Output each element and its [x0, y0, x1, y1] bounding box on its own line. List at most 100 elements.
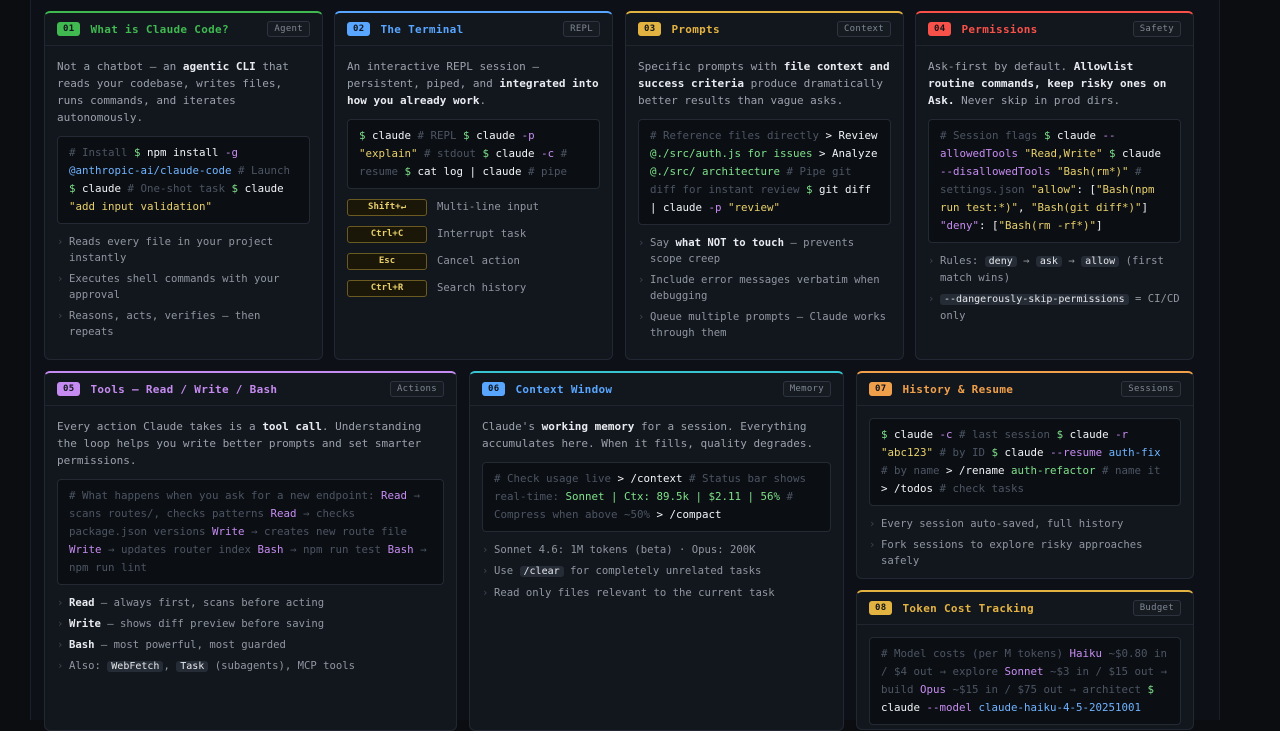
- card-title: Permissions: [961, 22, 1038, 36]
- bullet-item: --dangerously-skip-permissions = CI/CD o…: [928, 291, 1181, 324]
- code-token: # Check usage live: [494, 472, 618, 485]
- shortcut-label: Search history: [437, 282, 527, 294]
- code-token: → creates new route file: [244, 525, 408, 538]
- bullet-list: Say what NOT to touch — prevents scope c…: [638, 235, 891, 341]
- card-number: 07: [869, 382, 893, 396]
- code-block: $ claude -c # last session $ claude -r "…: [869, 418, 1181, 506]
- code-token: # What happens when you ask for a new en…: [69, 489, 382, 502]
- bullet-item: Also: WebFetch, Task (subagents), MCP to…: [57, 658, 444, 675]
- bullet-item: Read only files relevant to the current …: [482, 585, 831, 601]
- emphasis-text: what NOT to touch: [675, 237, 784, 249]
- card-token-cost: 08 Token Cost Tracking Budget # Model co…: [856, 590, 1194, 730]
- code-token: -p: [521, 129, 535, 142]
- code-token: "abc123": [881, 446, 934, 459]
- card-description: Ask-first by default. Allowlist routine …: [928, 60, 1167, 107]
- bullet-item: Use /clear for completely unrelated task…: [482, 563, 831, 580]
- card-number: 08: [869, 601, 893, 615]
- card-header: 05 Tools — Read / Write / Bash Actions: [45, 373, 456, 406]
- code-token: Sonnet | Ctx: 89.5k | $2.11 | 56%: [565, 490, 781, 503]
- emphasis-text: Bash: [69, 639, 95, 651]
- card-title: The Terminal: [380, 22, 464, 36]
- shortcut-row: Shift+↵ Multi-line input: [347, 199, 600, 216]
- code-token: # Launch: [231, 164, 291, 177]
- card-number: 04: [928, 22, 952, 36]
- bullet-list: Rules: deny → ask → allow (first match w…: [928, 253, 1181, 324]
- card-tag: Agent: [267, 21, 310, 37]
- shortcut-label: Multi-line input: [437, 201, 540, 213]
- code-token: Haiku: [1069, 647, 1103, 660]
- card-header: 06 Context Window Memory: [470, 373, 843, 406]
- bullet-item: Executes shell commands with your approv…: [57, 271, 310, 303]
- code-token: -c: [939, 428, 953, 441]
- code-token: "review": [728, 201, 781, 214]
- card-tag: Actions: [389, 381, 444, 397]
- card-history-resume: 07 History & Resume Sessions $ claude -c…: [856, 371, 1194, 579]
- code-token: "Bash(git diff*)": [1031, 201, 1142, 214]
- emphasis-text: Read: [69, 597, 95, 609]
- code-token: --resume: [1050, 446, 1109, 459]
- code-token: $: [881, 428, 895, 441]
- shortcut-row: Esc Cancel action: [347, 253, 600, 270]
- shortcut-label: Cancel action: [437, 255, 520, 267]
- card-title: History & Resume: [902, 382, 1014, 396]
- code-block: # Session flags $ claude --allowedTools …: [928, 119, 1181, 243]
- code-token: $: [1109, 147, 1123, 160]
- code-token: "explain": [359, 147, 418, 160]
- card-tag: Context: [836, 21, 891, 37]
- card-tools: 05 Tools — Read / Write / Bash Actions E…: [44, 371, 457, 731]
- card-header: 07 History & Resume Sessions: [857, 373, 1193, 406]
- card-description: Claude's working memory for a session. E…: [482, 420, 814, 450]
- bullet-item: Include error messages verbatim when deb…: [638, 272, 891, 304]
- emphasis-text: Allowlist routine commands, keep risky o…: [928, 60, 1167, 107]
- code-token: Bash: [387, 543, 414, 556]
- bullet-list: Reads every file in your project instant…: [57, 234, 310, 340]
- code-token: $: [134, 146, 148, 159]
- bullet-item: Write — shows diff preview before saving: [57, 616, 444, 632]
- code-token: # by ID: [933, 446, 992, 459]
- card-description: Specific prompts with file context and s…: [638, 60, 890, 107]
- card-title: What is Claude Code?: [90, 22, 229, 36]
- code-token: # Model costs (per M tokens): [881, 647, 1070, 660]
- code-block: $ claude # REPL $ claude -p "explain" # …: [347, 119, 600, 189]
- code-token: > /compact: [656, 508, 722, 521]
- shortcut-list: Shift+↵ Multi-line input Ctrl+C Interrup…: [347, 199, 600, 297]
- code-token: "Bash(rm -rf*)": [998, 219, 1097, 232]
- code-token: Opus: [920, 683, 947, 696]
- code-token: auth-fix: [1108, 446, 1161, 459]
- code-token: claude: [1004, 446, 1051, 459]
- code-token: # pipe: [521, 165, 568, 178]
- code-token: claude: [1057, 129, 1103, 142]
- code-token: > /todos: [881, 482, 934, 495]
- bullet-item: Sonnet 4.6: 1M tokens (beta) · Opus: 200…: [482, 542, 831, 558]
- code-token: Write: [212, 525, 245, 538]
- card-permissions: 04 Permissions Safety Ask-first by defau…: [915, 11, 1194, 360]
- code-token: "deny": [940, 219, 980, 232]
- code-token: npm install: [147, 146, 226, 159]
- card-description: An interactive REPL session — persistent…: [347, 60, 599, 107]
- code-token: $: [482, 147, 496, 160]
- bullet-item: Say what NOT to touch — prevents scope c…: [638, 235, 891, 267]
- code-token: # REPL: [411, 129, 464, 142]
- code-token: auth-refactor: [1011, 464, 1096, 477]
- inline-code: deny: [984, 256, 1017, 267]
- emphasis-text: file context and success criteria: [638, 60, 890, 90]
- code-token: claude-haiku-4-5-20251001: [978, 701, 1142, 714]
- code-token: "Read,Write": [1024, 147, 1110, 160]
- code-token: -g: [225, 146, 239, 159]
- card-header: 04 Permissions Safety: [916, 13, 1193, 46]
- code-token: claude: [372, 129, 412, 142]
- card-number: 03: [638, 22, 662, 36]
- code-token: > /context: [617, 472, 683, 485]
- code-block: # Model costs (per M tokens) Haiku ~$0.8…: [869, 637, 1181, 725]
- code-block: # What happens when you ask for a new en…: [57, 479, 444, 585]
- code-token: Read: [381, 489, 408, 502]
- code-token: claude: [881, 701, 927, 714]
- bullet-item: Reads every file in your project instant…: [57, 234, 310, 266]
- code-token: ]: [1096, 219, 1103, 232]
- bullet-list: Read — always first, scans before acting…: [57, 595, 444, 675]
- code-token: $: [231, 182, 245, 195]
- bullet-item: Rules: deny → ask → allow (first match w…: [928, 253, 1181, 286]
- emphasis-text: working memory: [541, 420, 635, 433]
- code-token: ]: [1141, 201, 1149, 214]
- emphasis-text: tool call: [262, 420, 322, 433]
